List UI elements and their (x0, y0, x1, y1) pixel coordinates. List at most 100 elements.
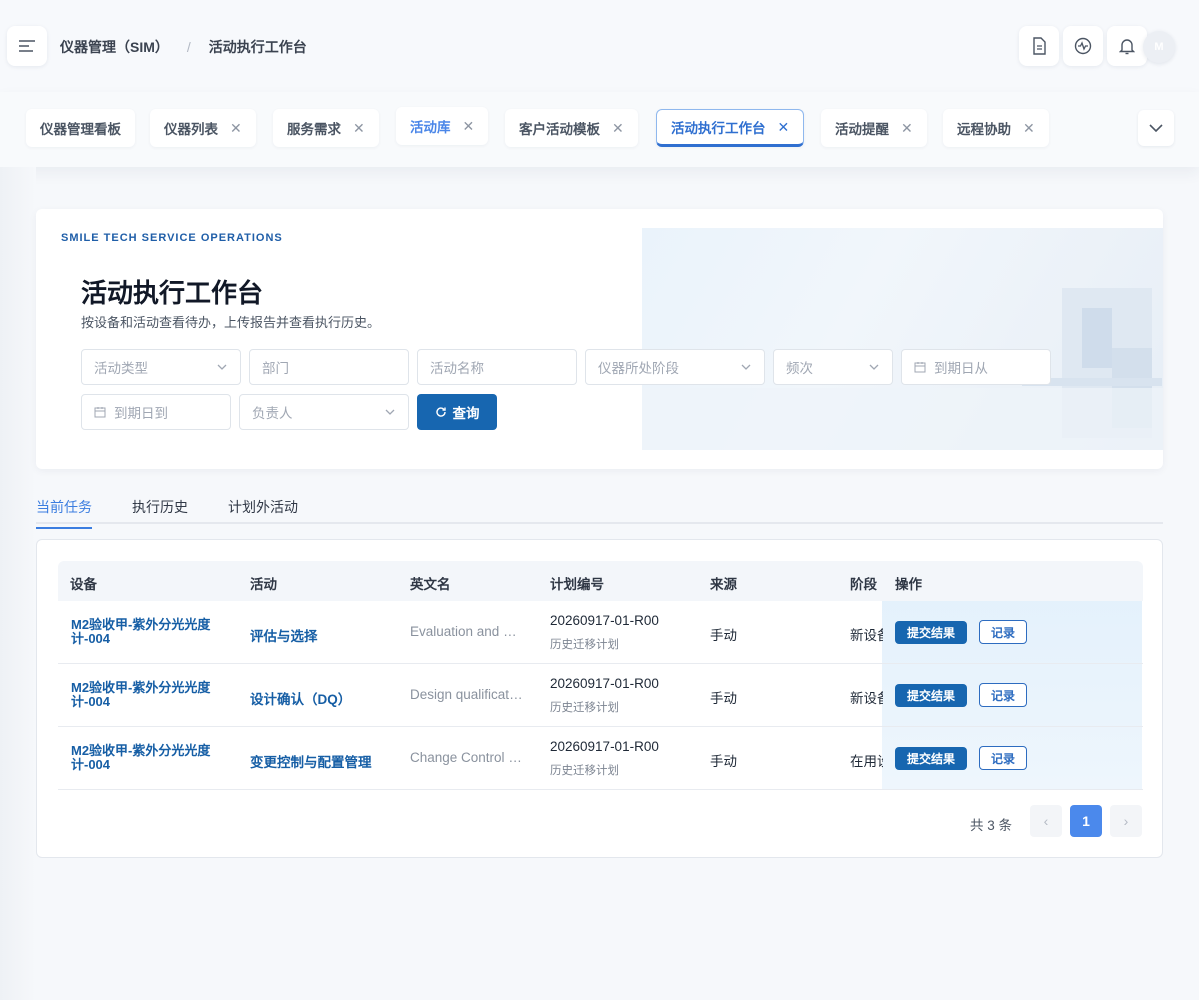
table-header: 设备 活动 英文名 计划编号 来源 阶段 操作 (58, 561, 1143, 601)
activity-link[interactable]: 评估与选择 (250, 625, 318, 645)
document-button[interactable] (1019, 26, 1059, 66)
frequency-select[interactable]: 频次 (773, 349, 893, 385)
record-button[interactable]: 记录 (979, 620, 1027, 644)
tab-label: 活动库 (410, 120, 451, 135)
breadcrumb-item-sim[interactable]: 仪器管理（SIM） (60, 37, 169, 57)
close-icon[interactable]: ✕ (1023, 120, 1035, 137)
prev-page-button[interactable]: ‹ (1030, 805, 1062, 837)
source: 手动 (710, 691, 737, 706)
column-header: 来源 (710, 577, 737, 592)
document-icon (1033, 37, 1046, 55)
hero-eyebrow: SMILE TECH SERVICE OPERATIONS (61, 232, 283, 244)
tab-label: 服务需求 (287, 122, 341, 137)
chevron-down-icon (217, 364, 227, 370)
tabs-dropdown-button[interactable] (1138, 110, 1174, 146)
table-row: M2验收甲-紫外分光光度计-004 变更控制与配置管理 Change Contr… (58, 727, 1143, 790)
activity-name-input[interactable]: 活动名称 (417, 349, 577, 385)
tab-instrument-dashboard[interactable]: 仪器管理看板 (26, 109, 135, 147)
placeholder: 到期日到 (114, 406, 168, 421)
placeholder: 活动类型 (94, 361, 148, 376)
department-input[interactable]: 部门 (249, 349, 409, 385)
plan-note: 历史迁移计划 (550, 765, 619, 777)
column-header: 阶段 (850, 577, 877, 592)
record-button[interactable]: 记录 (979, 683, 1027, 707)
pagination-total: 共 3 条 (970, 818, 1013, 833)
tasks-table-card: 设备 活动 英文名 计划编号 来源 阶段 操作 M2验收甲-紫外分光光度计-00… (36, 539, 1163, 858)
tabs-bar: 仪器管理看板 仪器列表 ✕ 服务需求 ✕ 活动库 ✕ 客户活动模板 ✕ 活动执行工作台 ✕… (0, 92, 1199, 167)
placeholder: 部门 (262, 361, 289, 376)
source: 手动 (710, 754, 737, 769)
instrument-stage-select[interactable]: 仪器所处阶段 (585, 349, 765, 385)
chevron-down-icon (385, 409, 395, 415)
bell-icon (1119, 39, 1135, 55)
placeholder: 活动名称 (430, 361, 484, 376)
tab-label: 活动执行工作台 (671, 121, 766, 136)
close-icon[interactable]: ✕ (353, 120, 365, 137)
user-avatar[interactable]: M (1143, 31, 1175, 63)
tab-label: 活动提醒 (835, 122, 889, 137)
query-button[interactable]: 查询 (417, 394, 497, 430)
stage: 新设备 (850, 628, 883, 643)
owner-select[interactable]: 负责人 (239, 394, 409, 430)
notifications-button[interactable] (1107, 26, 1147, 66)
activity-link[interactable]: 设计确认（DQ） (250, 688, 351, 708)
placeholder: 仪器所处阶段 (598, 361, 679, 376)
device-link[interactable]: M2验收甲-紫外分光光度计-004 (71, 744, 231, 772)
chevron-down-icon (869, 364, 879, 370)
close-icon[interactable]: ✕ (230, 120, 242, 137)
device-link[interactable]: M2验收甲-紫外分光光度计-004 (71, 618, 231, 646)
next-page-button[interactable]: › (1110, 805, 1142, 837)
close-icon[interactable]: ✕ (612, 120, 624, 137)
activity-link[interactable]: 变更控制与配置管理 (250, 751, 372, 771)
left-shade (0, 167, 36, 1000)
tab-label: 远程协助 (957, 122, 1011, 137)
tab-current-tasks[interactable]: 当前任务 (36, 497, 92, 529)
activity-type-select[interactable]: 活动类型 (81, 349, 241, 385)
close-icon[interactable]: ✕ (778, 119, 790, 136)
column-header: 计划编号 (550, 577, 604, 592)
query-button-label: 查询 (452, 406, 480, 421)
tab-instrument-list[interactable]: 仪器列表 ✕ (150, 109, 256, 147)
tab-customer-activity-template[interactable]: 客户活动模板 ✕ (505, 109, 638, 147)
due-date-from-picker[interactable]: 到期日从 (901, 349, 1051, 385)
column-header: 设备 (70, 577, 97, 592)
record-button[interactable]: 记录 (979, 746, 1027, 770)
page-button-current[interactable]: 1 (1070, 805, 1102, 837)
submit-result-button[interactable]: 提交结果 (895, 747, 967, 770)
breadcrumb-separator: / (186, 39, 191, 55)
due-date-to-picker[interactable]: 到期日到 (81, 394, 231, 430)
close-icon[interactable]: ✕ (463, 118, 475, 135)
breadcrumb-item-current: 活动执行工作台 (208, 39, 307, 55)
plan-note: 历史迁移计划 (550, 702, 619, 714)
menu-toggle-button[interactable] (7, 26, 47, 66)
tab-label: 仪器管理看板 (40, 122, 121, 137)
plan-number: 20260917-01-R00 (550, 676, 659, 691)
tab-activity-library[interactable]: 活动库 ✕ (396, 107, 489, 145)
placeholder: 到期日从 (934, 361, 988, 376)
tab-unplanned-activities[interactable]: 计划外活动 (228, 497, 298, 527)
tab-execution-history[interactable]: 执行历史 (132, 497, 188, 527)
page-title: 活动执行工作台 (81, 278, 264, 308)
english-name: Change Control and Configuration (410, 750, 525, 765)
hero-card: SMILE TECH SERVICE OPERATIONS 活动执行工作台 按设… (36, 209, 1163, 469)
calendar-icon (94, 406, 106, 418)
submit-result-button[interactable]: 提交结果 (895, 621, 967, 644)
activity-monitor-button[interactable] (1063, 26, 1103, 66)
top-bar: 仪器管理（SIM） / 活动执行工作台 M (0, 0, 1199, 92)
device-link[interactable]: M2验收甲-紫外分光光度计-004 (71, 681, 231, 709)
tab-remote-assistance[interactable]: 远程协助 ✕ (943, 109, 1049, 147)
chevron-down-icon (1149, 124, 1163, 132)
table-row: M2验收甲-紫外分光光度计-004 设计确认（DQ） Design qualif… (58, 664, 1143, 727)
close-icon[interactable]: ✕ (901, 120, 913, 137)
refresh-icon (435, 407, 446, 417)
tab-activity-reminders[interactable]: 活动提醒 ✕ (821, 109, 927, 147)
tab-activity-workbench[interactable]: 活动执行工作台 ✕ (656, 109, 805, 147)
stage: 新设备 (850, 691, 883, 706)
menu-icon (19, 40, 35, 52)
tab-service-requests[interactable]: 服务需求 ✕ (273, 109, 379, 147)
pulse-icon (1074, 37, 1092, 55)
column-header: 活动 (250, 577, 277, 592)
english-name: Design qualification (410, 687, 525, 702)
english-name: Evaluation and Selection (410, 624, 525, 639)
submit-result-button[interactable]: 提交结果 (895, 684, 967, 707)
